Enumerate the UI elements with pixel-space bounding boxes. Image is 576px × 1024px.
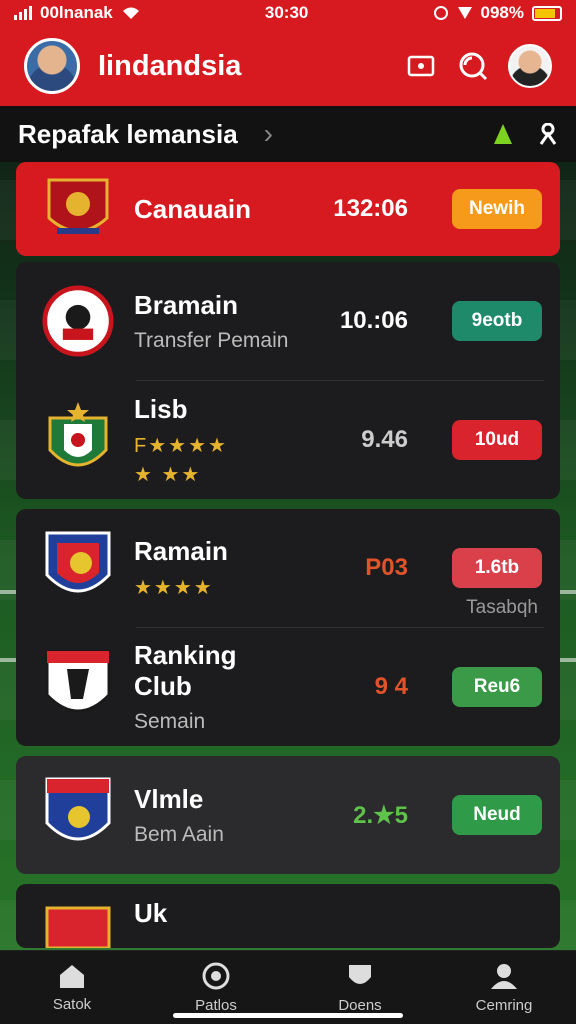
- list-item[interactable]: Ranking Club Semain 9 4 Reu6: [16, 628, 560, 746]
- club-crest-icon: [42, 649, 114, 723]
- score-value: 10.:06: [339, 307, 408, 334]
- nav-label: Patlos: [195, 997, 237, 1014]
- club-subtitle: Semain: [134, 710, 206, 733]
- wifi-icon: [122, 7, 139, 19]
- list-item[interactable]: Ramain ★★★★ P03 1.6tb Tasabqh: [16, 509, 560, 627]
- ball-icon: [202, 962, 230, 990]
- list-panel: Vlmle Bem Aain 2.★5 Neud: [16, 756, 560, 874]
- nav-item-doens[interactable]: Doens: [300, 961, 420, 1014]
- row-note: Tasabqh: [466, 597, 538, 618]
- club-name: Ramain: [134, 536, 228, 566]
- club-crest-icon: [42, 173, 114, 245]
- cellular-icon: [457, 7, 472, 19]
- list-item[interactable]: Uk: [16, 884, 560, 948]
- status-pill[interactable]: Reu6: [452, 667, 542, 707]
- status-pill[interactable]: Neud: [452, 795, 542, 835]
- score-value: 132:06: [333, 195, 408, 222]
- shield-icon: [349, 965, 371, 984]
- chevron-right-icon[interactable]: ›: [264, 118, 273, 150]
- list-panel: Ramain ★★★★ P03 1.6tb Tasabqh Ranking Cl…: [16, 509, 560, 746]
- status-bar: 00lnanak 30:30 098%: [0, 0, 576, 26]
- user-icon: [491, 964, 517, 989]
- app-title: Iindandsia: [98, 49, 242, 82]
- club-crest-icon: [42, 777, 114, 851]
- club-name: Bramain: [134, 289, 239, 320]
- bottom-nav: Satok Patlos Doens Cemring: [0, 950, 576, 1024]
- club-name: Ranking Club: [134, 640, 237, 701]
- home-indicator: [173, 1013, 403, 1018]
- triangle-icon[interactable]: [494, 124, 512, 144]
- list-item[interactable]: Lisb F★★★★ ★ ★★ 9.46 10ud: [16, 381, 560, 499]
- app-bar: Iindandsia: [0, 26, 576, 106]
- close-icon[interactable]: [538, 123, 558, 145]
- list-item[interactable]: Vlmle Bem Aain 2.★5 Neud: [16, 756, 560, 874]
- search-icon[interactable]: [456, 49, 490, 83]
- score-value: P03: [365, 554, 408, 581]
- rating-stars-secondary: ★ ★★: [134, 463, 202, 486]
- carrier-text: 00lnanak: [40, 3, 113, 22]
- club-subtitle: Transfer Pemain: [134, 328, 289, 352]
- camera-icon[interactable]: [404, 49, 438, 83]
- nav-label: Doens: [338, 997, 382, 1014]
- status-pill[interactable]: 1.6tb: [452, 548, 542, 588]
- club-name: Uk: [134, 898, 168, 928]
- club-crest-icon: [42, 402, 114, 476]
- clock-text: 30:30: [264, 3, 309, 22]
- nav-label: Satok: [52, 996, 92, 1013]
- rating-stars: F★★★★: [134, 434, 228, 457]
- club-name: Lisb: [134, 393, 188, 424]
- nav-item-cemring[interactable]: Cemring: [444, 961, 564, 1014]
- nav-item-satok[interactable]: Satok: [12, 962, 132, 1013]
- club-crest-icon: [42, 285, 114, 357]
- home-icon: [60, 965, 84, 988]
- rating-stars: ★★★★: [134, 577, 214, 599]
- battery-percent: 098%: [480, 3, 524, 22]
- ranking-list: Canauain 132:06 Newih Bramain Transfer P…: [16, 162, 560, 948]
- status-pill[interactable]: 10ud: [452, 420, 542, 460]
- nav-item-patlos[interactable]: Patlos: [156, 961, 276, 1014]
- list-panel: Uk: [16, 884, 560, 948]
- club-name: Canauain: [134, 193, 252, 224]
- score-value: 9.46: [361, 426, 408, 453]
- status-pill[interactable]: Newih: [452, 189, 542, 229]
- profile-avatar[interactable]: [24, 38, 80, 94]
- list-panel: Bramain Transfer Pemain 10.:06 9eotb Lis…: [16, 262, 560, 499]
- signal-icon: [14, 6, 32, 20]
- user-avatar[interactable]: [508, 44, 552, 88]
- section-title: Repafak lemansia: [18, 118, 238, 149]
- list-item[interactable]: Canauain 132:06 Newih: [16, 162, 560, 256]
- alarm-icon: [433, 6, 448, 20]
- club-crest-icon: [42, 531, 114, 604]
- score-value: 2.★5: [353, 801, 408, 829]
- list-item[interactable]: Bramain Transfer Pemain 10.:06 9eotb: [16, 262, 560, 380]
- battery-icon: [531, 5, 562, 21]
- club-crest-icon: [42, 898, 114, 948]
- club-name: Vlmle: [134, 783, 204, 814]
- score-value: 9 4: [374, 673, 408, 700]
- status-pill[interactable]: 9eotb: [452, 301, 542, 341]
- club-subtitle: Bem Aain: [134, 822, 224, 846]
- nav-label: Cemring: [475, 997, 533, 1014]
- section-header: Repafak lemansia ›: [0, 106, 576, 162]
